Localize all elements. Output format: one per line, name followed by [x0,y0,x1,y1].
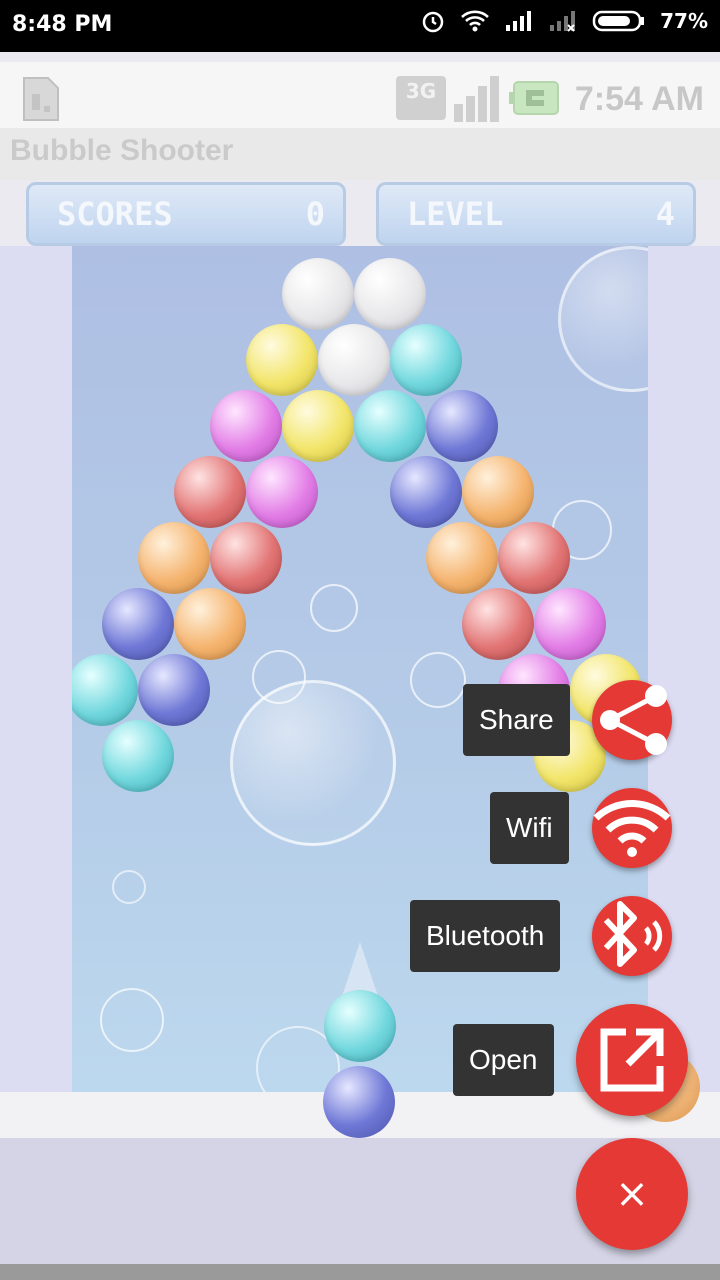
close-menu-button[interactable]: × [576,1138,688,1250]
battery-icon [592,10,645,32]
scores-label: SCORES [57,195,173,233]
emulator-clock: 7:54 AM [574,80,704,118]
red-bubble [498,522,570,594]
alarm-icon [422,11,444,33]
close-icon: × [615,1171,649,1217]
signal-off-icon [550,11,576,32]
cyan-bubble [102,720,174,792]
status-icons: 77% [420,8,708,34]
scores-panel: SCORES 0 [26,182,346,246]
app-title: Bubble Shooter [10,134,234,167]
signal-icon [506,11,532,31]
sim-card-icon [23,77,59,121]
game-board[interactable] [72,246,648,1092]
fab-share-row[interactable]: Share [463,684,570,756]
blue-bubble [138,654,210,726]
pink-bubble [246,456,318,528]
red-bubble [174,456,246,528]
left-pillar [0,246,72,1092]
wifi-button[interactable] [592,788,672,868]
cyan-bubble [354,390,426,462]
open-in-new-icon [600,1028,664,1092]
status-bar: 8:48 PM 77% [0,0,720,52]
blue-bubble [102,588,174,660]
fab-wifi-row[interactable]: Wifi [490,792,569,864]
next-bubble [323,1066,395,1138]
background-bubble [310,584,358,632]
fab-bluetooth-row[interactable]: Bluetooth [410,900,561,972]
fab-open-row[interactable]: Open [453,1024,554,1096]
white-bubble [282,258,354,330]
cyan-bubble [324,990,396,1062]
white-bubble [354,258,426,330]
emulator-battery-icon [509,81,559,115]
background-bubble [100,988,164,1052]
background-bubble [558,246,648,392]
white-bubble [318,324,390,396]
orange-bubble [174,588,246,660]
wifi-icon [461,10,490,32]
yellow-bubble [246,324,318,396]
background-bubble [230,680,396,846]
cyan-bubble [390,324,462,396]
red-bubble [210,522,282,594]
network-badge: 3G [396,76,446,120]
wifi-icon [593,800,671,857]
bluetooth-button[interactable] [592,896,672,976]
blue-bubble [426,390,498,462]
blue-bubble [390,456,462,528]
emulator-signal-icon [454,76,499,122]
wifi-label[interactable]: Wifi [490,792,569,864]
emulator-status-bar: 3G 7:54 AM [0,62,720,132]
level-value: 4 [655,195,675,233]
open-button[interactable] [576,1004,688,1116]
background-bubble [252,650,306,704]
pink-bubble [534,588,606,660]
battery-percent: 77% [660,9,708,33]
background-bubble [410,652,466,708]
red-bubble [462,588,534,660]
scores-value: 0 [305,195,325,233]
nav-strip [0,1264,720,1280]
background-bubble [112,870,146,904]
orange-bubble [462,456,534,528]
pink-bubble [210,390,282,462]
bluetooth-label[interactable]: Bluetooth [410,900,561,972]
app-title-bar: Bubble Shooter [0,128,720,180]
cyan-bubble [72,654,138,726]
level-panel: LEVEL 4 [376,182,696,246]
level-label: LEVEL [407,195,504,233]
orange-bubble [426,522,498,594]
bluetooth-audio-icon [603,901,663,967]
orange-bubble [138,522,210,594]
share-button[interactable] [592,680,672,760]
yellow-bubble [282,390,354,462]
share-icon [600,685,667,755]
share-label[interactable]: Share [463,684,570,756]
open-label[interactable]: Open [453,1024,554,1096]
status-time: 8:48 PM [12,12,113,37]
